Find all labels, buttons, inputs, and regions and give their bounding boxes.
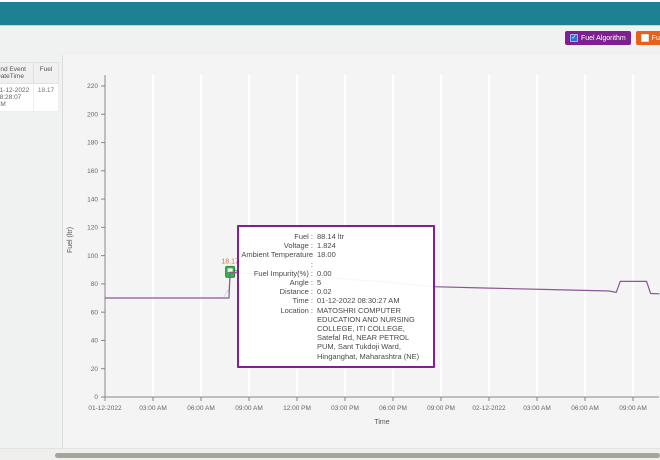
events-table: End Event DateTime Fuel 01-12-2022 08:28… [0,62,59,112]
tooltip-value: 1.824 [313,241,336,250]
column-header-end-event-datetime: End Event DateTime [0,62,34,84]
tooltip-label: Fuel Impurity(%) [241,269,313,278]
cell-fuel: 18.17 [34,84,59,112]
tooltip-label: Ambient Temperature [241,250,313,268]
tooltip-label: Location [241,306,313,361]
series-legend: ✓ Fuel Algorithm Fuel Raw [565,31,660,45]
horizontal-scrollbar-track[interactable] [0,448,660,460]
fuel-raw-toggle-button[interactable]: Fuel Raw [636,31,660,45]
tooltip-value: 88.14 ltr [313,232,344,241]
horizontal-scrollbar-thumb[interactable] [55,453,660,458]
fuel-raw-label: Fuel Raw [652,35,660,42]
tooltip-value: 01-12-2022 08:30:27 AM [313,296,400,305]
fuel-raw-checkbox[interactable] [641,34,649,42]
tooltip-label: Time [241,296,313,305]
tooltip-label: Distance [241,287,313,296]
fuel-algorithm-checkbox[interactable]: ✓ [570,34,578,42]
tooltip-value: 0.02 [313,287,332,296]
app-header-bar [0,2,660,26]
fuel-algorithm-toggle-button[interactable]: ✓ Fuel Algorithm [565,31,631,45]
column-header-fuel: Fuel [34,62,59,84]
cell-end-event-datetime: 01-12-2022 08:28:07 AM [0,84,34,112]
tooltip-label: Fuel [241,232,313,241]
fuel-algorithm-label: Fuel Algorithm [581,35,626,42]
table-row[interactable]: 01-12-2022 08:28:07 AM 18.17 [0,84,59,112]
tooltip-value: 18.00 [313,250,336,268]
tooltip-value: 0.00 [313,269,332,278]
events-table-header: End Event DateTime Fuel [0,62,59,84]
tooltip-label: Angle [241,278,313,287]
tooltip-value: 5 [313,278,321,287]
tooltip-label: Voltage [241,241,313,250]
datapoint-tooltip: Fuel88.14 ltr Voltage1.824 Ambient Tempe… [237,225,435,368]
tooltip-value: MATOSHRI COMPUTER EDUCATION AND NURSING … [313,306,429,361]
